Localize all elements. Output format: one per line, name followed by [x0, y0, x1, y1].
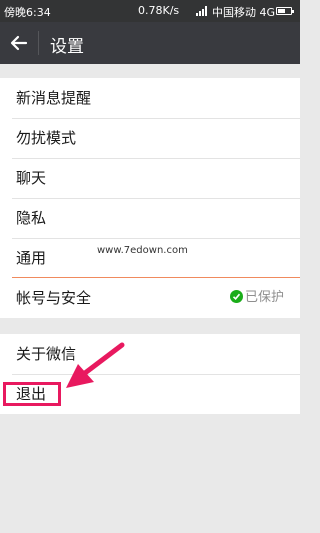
battery-icon: [276, 7, 294, 15]
row-label: 隐私: [16, 209, 47, 227]
row-account-security[interactable]: 帐号与安全 已保护: [0, 278, 300, 318]
status-bar: 傍晚6:34 0.78K/s 中国移动 4G: [0, 0, 300, 22]
title-bar: 设置: [0, 22, 300, 64]
row-about-wechat[interactable]: 关于微信: [0, 334, 300, 374]
row-label: 关于微信: [16, 345, 77, 363]
settings-group-main: 新消息提醒 勿扰模式 聊天 隐私 通用 帐号与安全 已保护: [0, 78, 300, 318]
shield-check-icon: [229, 290, 243, 303]
status-text: 已保护: [244, 290, 284, 305]
watermark: www.7edown.com: [97, 245, 188, 256]
row-chat[interactable]: 聊天: [0, 158, 300, 198]
network-speed: 0.78K/s: [138, 4, 180, 17]
title-divider: [38, 31, 39, 55]
signal-icon: [196, 6, 207, 16]
protection-status: 已保护: [229, 278, 284, 318]
row-privacy[interactable]: 隐私: [0, 198, 300, 238]
row-do-not-disturb[interactable]: 勿扰模式: [0, 118, 300, 158]
settings-group-bottom: 关于微信 退出: [0, 334, 300, 414]
row-general[interactable]: 通用: [0, 238, 300, 278]
back-arrow-icon[interactable]: [8, 32, 30, 54]
row-label: 勿扰模式: [16, 129, 77, 147]
row-label: 聊天: [16, 169, 47, 187]
page-title: 设置: [50, 37, 84, 57]
row-label: 帐号与安全: [16, 289, 92, 307]
clock: 傍晚6:34: [4, 6, 51, 19]
carrier-label: 中国移动 4G: [212, 6, 276, 19]
row-new-message-alerts[interactable]: 新消息提醒: [0, 78, 300, 118]
row-label: 通用: [16, 249, 47, 267]
row-logout[interactable]: 退出: [0, 374, 300, 414]
row-label: 新消息提醒: [16, 89, 92, 107]
row-label: 退出: [16, 385, 47, 403]
